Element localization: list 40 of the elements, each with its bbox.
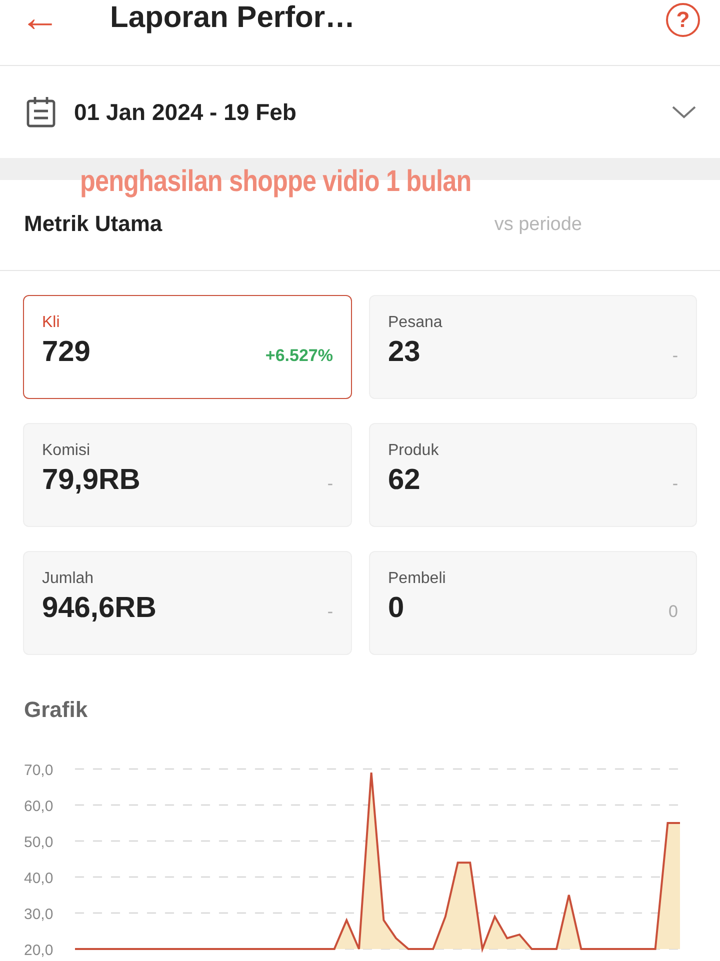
metric-change: -	[327, 474, 333, 494]
metric-label: Kli	[42, 314, 60, 332]
chevron-down-icon	[672, 105, 696, 119]
metric-value: 946,6RB	[42, 592, 156, 625]
metric-card[interactable]: Jumlah 946,6RB -	[23, 551, 352, 655]
page-title: Laporan Perfor…	[110, 0, 356, 34]
metric-change: -	[327, 602, 333, 622]
axis-tick-label: 30,0	[24, 906, 54, 923]
metric-change: +6.527%	[265, 346, 333, 366]
axis-tick-label: 60,0	[24, 798, 54, 815]
metric-change: -	[672, 346, 678, 366]
axis-tick-label: 20,0	[24, 942, 54, 959]
help-icon[interactable]: ?	[666, 2, 700, 36]
caption-overlay: penghasilan shoppe vidio 1 bulan	[80, 165, 472, 199]
chart-title: Grafik	[24, 697, 88, 723]
metric-label: Pesana	[388, 314, 442, 332]
axis-tick-label: 40,0	[24, 870, 54, 887]
section-title: Metrik Utama	[24, 211, 162, 237]
metric-card[interactable]: Komisi 79,9RB -	[23, 423, 352, 527]
metric-card[interactable]: Produk 62 -	[369, 423, 697, 527]
metric-value: 62	[388, 464, 420, 497]
metric-value: 79,9RB	[42, 464, 140, 497]
calendar-icon	[26, 96, 56, 128]
metric-label: Komisi	[42, 442, 90, 460]
metric-value: 0	[388, 592, 404, 625]
metric-card[interactable]: Pesana 23 -	[369, 295, 697, 399]
back-arrow-icon[interactable]: ←	[20, 0, 110, 38]
metric-value: 23	[388, 336, 420, 369]
metric-label: Jumlah	[42, 570, 94, 588]
metric-change: 0	[668, 602, 678, 622]
date-filter[interactable]: 01 Jan 2024 - 19 Feb	[0, 66, 720, 158]
date-range-text: 01 Jan 2024 - 19 Feb	[74, 98, 298, 126]
metric-change: -	[672, 474, 678, 494]
metric-label: Produk	[388, 442, 439, 460]
axis-tick-label: 70,0	[24, 762, 54, 779]
metric-card[interactable]: Kli 729 +6.527%	[23, 295, 352, 399]
metric-value: 729	[42, 336, 90, 369]
metric-card[interactable]: Pembeli 0 0	[369, 551, 697, 655]
metric-label: Pembeli	[388, 570, 446, 588]
axis-tick-label: 50,0	[24, 834, 54, 851]
